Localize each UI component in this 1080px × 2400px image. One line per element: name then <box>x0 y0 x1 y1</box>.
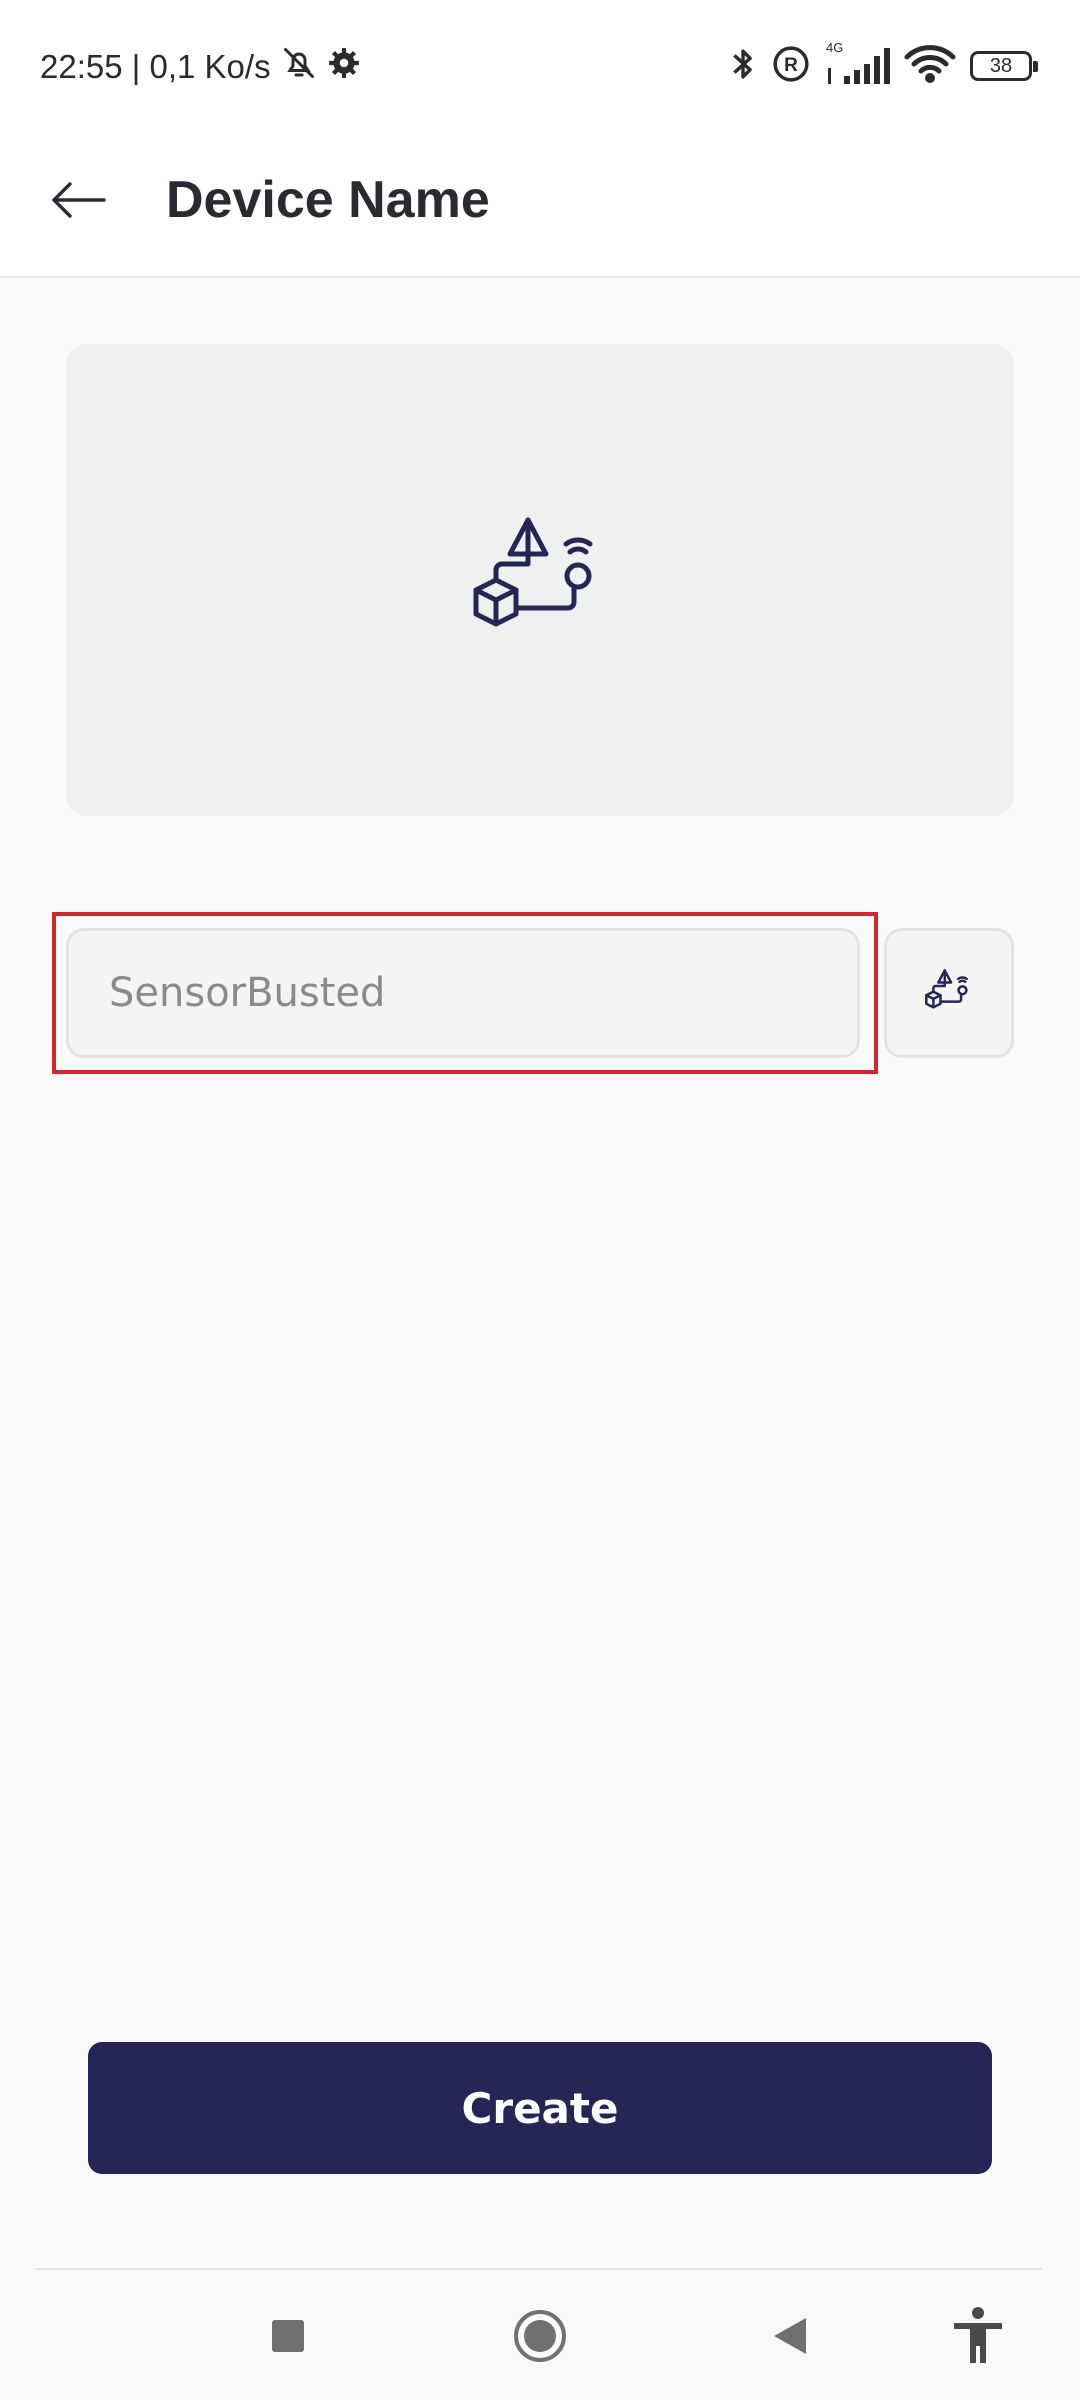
icon-picker-button[interactable] <box>884 928 1014 1058</box>
settings-gear-icon <box>327 46 361 88</box>
status-bar: 22:55 | 0,1 Ko/s R 4G 38 <box>0 0 1080 130</box>
back-button[interactable] <box>30 154 126 250</box>
battery-level: 38 <box>989 54 1013 77</box>
accessibility-button[interactable] <box>938 2300 1018 2376</box>
status-right: R 4G 38 <box>728 40 1038 92</box>
signal-icon: 4G <box>824 40 890 88</box>
device-shapes-icon <box>924 969 974 1017</box>
recents-button[interactable] <box>248 2300 328 2376</box>
device-name-input[interactable] <box>66 928 860 1058</box>
battery-icon: 38 <box>970 51 1038 81</box>
device-shapes-icon <box>470 516 610 644</box>
home-button[interactable] <box>500 2300 580 2376</box>
svg-text:R: R <box>784 55 798 76</box>
wifi-icon <box>904 44 956 88</box>
back-triangle-icon <box>770 2315 810 2361</box>
device-name-screen: 22:55 | 0,1 Ko/s R 4G 38 Device Name Sen… <box>0 0 1080 2400</box>
system-nav-bar <box>0 2270 1080 2400</box>
mute-bell-icon <box>281 45 317 89</box>
status-time-speed: 22:55 | 0,1 Ko/s <box>40 48 271 85</box>
arrow-left-icon <box>46 178 110 226</box>
status-left: 22:55 | 0,1 Ko/s <box>40 42 361 92</box>
bluetooth-icon <box>728 44 758 88</box>
app-bar: Device Name <box>0 130 1080 278</box>
recents-square-icon <box>270 2318 306 2358</box>
create-button[interactable]: Create <box>88 2042 992 2174</box>
device-preview-card <box>66 344 1014 816</box>
page-title: Device Name <box>166 171 490 229</box>
roaming-icon: R <box>772 45 810 87</box>
back-nav-button[interactable] <box>750 2300 830 2376</box>
accessibility-icon <box>952 2306 1004 2370</box>
home-circle-icon <box>512 2308 568 2368</box>
